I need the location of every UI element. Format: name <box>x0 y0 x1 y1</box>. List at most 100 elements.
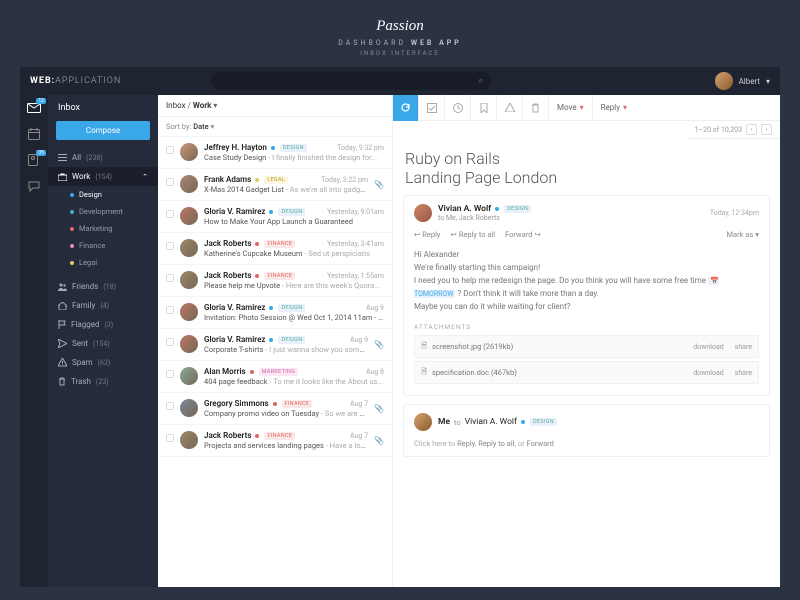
check-button[interactable] <box>419 95 445 121</box>
category-dot <box>70 244 74 248</box>
rail-contacts-icon[interactable]: 35 <box>27 153 41 167</box>
message-from: Gloria V. Ramirez <box>204 207 265 216</box>
search-field[interactable]: ⌕ <box>211 72 491 90</box>
sidebar-sent[interactable]: Sent(154) <box>48 334 158 353</box>
attachment-name: screenshot.jpg (2619kb) <box>432 342 682 351</box>
pager-range: 1–20 of 10,203 <box>695 126 742 134</box>
flag-icon <box>58 320 66 329</box>
message-checkbox[interactable] <box>166 210 174 218</box>
mark-as-action[interactable]: Mark as ▾ <box>726 230 759 239</box>
warning-button[interactable] <box>497 95 523 121</box>
crumb-work[interactable]: Work <box>193 101 212 110</box>
message-row[interactable]: Gloria V. RamirezDESIGNYesterday, 9:01am… <box>158 201 392 233</box>
message-tag: FINANCE <box>264 432 295 440</box>
warning-icon <box>58 358 67 367</box>
message-subject-line: Case Study Design - I finally finished t… <box>204 153 384 162</box>
sender-avatar[interactable] <box>414 204 432 222</box>
sidebar-cat-design[interactable]: Design <box>48 186 158 203</box>
reply-card[interactable]: Me to Vivian A. Wolf DESIGN Click here t… <box>403 404 770 457</box>
message-row[interactable]: Jack RobertsFINANCEYesterday, 1:55amPlea… <box>158 265 392 297</box>
message-checkbox[interactable] <box>166 338 174 346</box>
user-name[interactable]: Albert <box>739 77 760 86</box>
my-avatar <box>414 413 432 431</box>
move-dropdown[interactable]: Move▾ <box>549 95 593 121</box>
sidebar-cat-finance[interactable]: Finance <box>48 237 158 254</box>
brand-subtitle2: INBOX INTERFACE <box>20 50 780 57</box>
message-row[interactable]: Jeffrey H. HaytonDESIGNToday, 9:32 pmCas… <box>158 137 392 169</box>
attachment-name: specification.doc (467kb) <box>432 368 682 377</box>
sidebar-spam[interactable]: Spam(62) <box>48 353 158 372</box>
sidebar-friends[interactable]: Friends(18) <box>48 277 158 296</box>
message-row[interactable]: Gloria V. RamirezDESIGNAug 9Invitation: … <box>158 297 392 329</box>
rail-calendar-icon[interactable] <box>27 127 41 141</box>
download-link[interactable]: download <box>693 369 724 377</box>
bookmark-button[interactable] <box>471 95 497 121</box>
message-row[interactable]: Frank AdamsLEGALToday, 3:22 pmX-Mas 2014… <box>158 169 392 201</box>
page-brand: Passion DASHBOARD WEB APP INBOX INTERFAC… <box>20 18 780 57</box>
message-time: Yesterday, 1:55am <box>327 272 384 280</box>
message-actions: ↩ Reply ↩ Reply to all Forward ↪ Mark as… <box>414 230 759 239</box>
delete-button[interactable] <box>523 95 549 121</box>
message-row[interactable]: Jack RobertsFINANCEYesterday, 3:41amKath… <box>158 233 392 265</box>
tag-dot <box>255 178 259 182</box>
pager-prev[interactable]: ‹ <box>746 124 757 135</box>
tag-dot <box>269 210 273 214</box>
sender-avatar <box>180 303 198 321</box>
sidebar-all[interactable]: All(238) <box>48 148 158 167</box>
tag-dot <box>495 207 499 211</box>
sidebar-cat-development[interactable]: Development <box>48 203 158 220</box>
sidebar-cat-legal[interactable]: Legal <box>48 254 158 271</box>
message-time: Today, 3:22 pm <box>321 176 368 184</box>
download-link[interactable]: download <box>693 343 724 351</box>
message-subject-line: Invitation: Photo Session @ Wed Oct 1, 2… <box>204 313 384 322</box>
reply-all-action[interactable]: ↩ Reply to all <box>450 230 495 239</box>
reply-action[interactable]: ↩ Reply <box>414 230 440 239</box>
sidebar-trash[interactable]: Trash(23) <box>48 372 158 391</box>
pager-next[interactable]: › <box>761 124 772 135</box>
rail-mail-icon[interactable]: 12 <box>27 101 41 115</box>
message-tag: DESIGN <box>280 144 307 152</box>
message-row[interactable]: Alan MorrisMARKETINGAug 8404 page feedba… <box>158 361 392 393</box>
reply-dropdown[interactable]: Reply▾ <box>593 95 635 121</box>
message-row[interactable]: Gregory SimmonsFINANCEAug 7Company promo… <box>158 393 392 425</box>
message-tag: DESIGN <box>278 336 305 344</box>
message-row[interactable]: Gloria V. RamirezDESIGNAug 9Corporate T-… <box>158 329 392 361</box>
search-input[interactable] <box>219 77 478 86</box>
sender-avatar <box>180 431 198 449</box>
message-checkbox[interactable] <box>166 402 174 410</box>
message-checkbox[interactable] <box>166 434 174 442</box>
share-link[interactable]: share <box>735 343 752 351</box>
forward-action[interactable]: Forward ↪ <box>505 230 541 239</box>
compose-button[interactable]: Compose <box>56 121 150 140</box>
message-tag: LEGAL <box>264 176 288 184</box>
rail-chat-icon[interactable] <box>27 179 41 193</box>
crumb-inbox[interactable]: Inbox <box>166 101 186 110</box>
clock-button[interactable] <box>445 95 471 121</box>
sidebar-work[interactable]: Work(154) ⌃ <box>48 167 158 186</box>
message-checkbox[interactable] <box>166 242 174 250</box>
chevron-down-icon[interactable]: ▾ <box>213 101 217 110</box>
message-subject: Ruby on RailsLanding Page London <box>393 139 780 195</box>
message-tag: DESIGN <box>278 304 305 312</box>
sidebar-cat-marketing[interactable]: Marketing <box>48 220 158 237</box>
message-checkbox[interactable] <box>166 274 174 282</box>
sidebar-title: Inbox <box>48 95 158 121</box>
tag-dot <box>250 370 254 374</box>
chevron-down-icon[interactable]: ▾ <box>766 77 770 86</box>
sender-avatar <box>180 367 198 385</box>
refresh-button[interactable] <box>393 95 419 121</box>
sidebar-family[interactable]: Family(4) <box>48 296 158 315</box>
sort-control[interactable]: Sort by: Date ▾ <box>158 117 392 137</box>
message-checkbox[interactable] <box>166 370 174 378</box>
share-link[interactable]: share <box>735 369 752 377</box>
message-time: Aug 7 <box>350 432 368 440</box>
sidebar-flagged[interactable]: Flagged(3) <box>48 315 158 334</box>
message-checkbox[interactable] <box>166 178 174 186</box>
message-checkbox[interactable] <box>166 306 174 314</box>
attachments-header: ATTACHMENTS <box>414 323 759 331</box>
user-avatar[interactable] <box>715 72 733 90</box>
message-checkbox[interactable] <box>166 146 174 154</box>
search-icon[interactable]: ⌕ <box>478 76 483 86</box>
reply-prompt[interactable]: Click here to Reply, Reply to all, or Fo… <box>414 439 759 448</box>
message-row[interactable]: Jack RobertsFINANCEAug 7Projects and ser… <box>158 425 392 457</box>
